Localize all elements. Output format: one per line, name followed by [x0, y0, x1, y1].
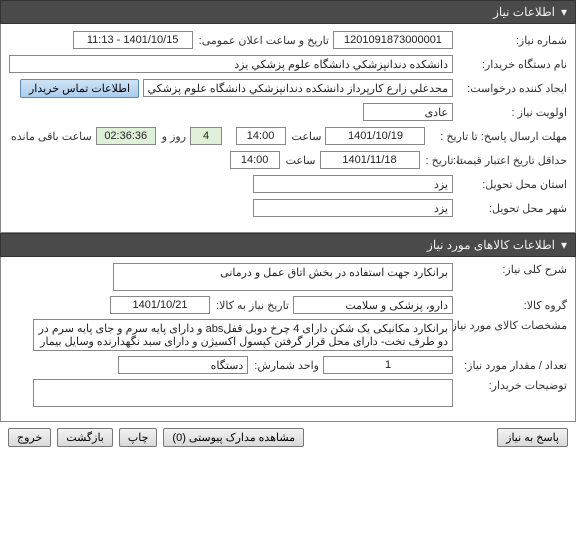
city-label: شهر محل تحویل: [457, 202, 567, 215]
province-field[interactable] [253, 175, 453, 193]
qty-field[interactable] [323, 356, 453, 374]
respond-button[interactable]: پاسخ به نیاز [497, 428, 568, 447]
buyer-notes-label: توضیحات خریدار: [457, 379, 567, 392]
collapse-icon[interactable]: ▾ [561, 5, 567, 19]
need-info-title: اطلاعات نیاز [493, 5, 555, 19]
goods-info-header: ▾ اطلاعات کالاهای مورد نیاز [0, 233, 576, 257]
roz-va-label: روز و [160, 130, 186, 143]
remaining-suffix: ساعت باقی مانده [9, 130, 92, 143]
spec-label: مشخصات کالای مورد نیاز: [457, 319, 567, 332]
need-number-label: شماره نیاز: [457, 34, 567, 47]
validity-date[interactable] [320, 151, 420, 169]
buyer-org-field[interactable] [9, 55, 453, 73]
requester-label: ایجاد کننده درخواست: [457, 82, 567, 95]
general-desc-label: شرح کلی نیاز: [457, 263, 567, 276]
print-button[interactable]: چاپ [119, 428, 158, 447]
need-by-label: تاریخ نیاز به کالا: [214, 299, 289, 312]
days-remaining[interactable] [190, 127, 222, 145]
public-announce-label: تاریخ و ساعت اعلان عمومی: [197, 34, 329, 47]
goods-info-title: اطلاعات کالاهای مورد نیاز [427, 238, 555, 252]
attachments-button[interactable]: مشاهده مدارک پیوستی (0) [163, 428, 304, 447]
need-info-body: شماره نیاز: تاریخ و ساعت اعلان عمومی: نا… [0, 24, 576, 233]
priority-label: اولویت نیاز : [457, 106, 567, 119]
goods-info-body: شرح کلی نیاز: برانکارد جهت استفاده در بخ… [0, 257, 576, 422]
response-deadline-time[interactable] [236, 127, 286, 145]
city-field[interactable] [253, 199, 453, 217]
province-label: استان محل تحویل: [457, 178, 567, 191]
response-deadline-date[interactable] [325, 127, 425, 145]
need-by-field[interactable] [110, 296, 210, 314]
saat-label-1: ساعت [290, 130, 322, 143]
need-number-field[interactable] [333, 31, 453, 49]
public-announce-field[interactable] [73, 31, 193, 49]
response-deadline-label: مهلت ارسال پاسخ: تا تاریخ : [429, 130, 567, 143]
buyer-org-label: نام دستگاه خریدار: [457, 58, 567, 71]
footer-bar: پاسخ به نیاز مشاهده مدارک پیوستی (0) چاپ… [0, 422, 576, 457]
unit-label: واحد شمارش: [252, 359, 319, 372]
spec-field[interactable]: برانکارد مکانیکی یک شکن دارای 4 چرخ دوبل… [33, 319, 453, 351]
group-field[interactable] [293, 296, 453, 314]
back-button[interactable]: بازگشت [57, 428, 113, 447]
buyer-contact-button[interactable]: اطلاعات تماس خریدار [20, 79, 139, 98]
general-desc-field[interactable]: برانکارد جهت استفاده در بخش اتاق عمل و د… [113, 263, 453, 291]
unit-field[interactable] [118, 356, 248, 374]
validity-time[interactable] [230, 151, 280, 169]
validity-label: حداقل تاریخ اعتبار قیمت: [467, 154, 567, 167]
need-info-header: ▾ اطلاعات نیاز [0, 0, 576, 24]
time-remaining[interactable] [96, 127, 156, 145]
validity-to-label: تا تاریخ : [424, 154, 463, 167]
exit-button[interactable]: خروج [8, 428, 51, 447]
group-label: گروه کالا: [457, 299, 567, 312]
collapse-icon-2[interactable]: ▾ [561, 238, 567, 252]
priority-field[interactable] [363, 103, 453, 121]
qty-label: تعداد / مقدار مورد نیاز: [457, 359, 567, 372]
requester-field[interactable] [143, 79, 453, 97]
buyer-notes-field[interactable] [33, 379, 453, 407]
saat-label-2: ساعت [284, 154, 316, 167]
